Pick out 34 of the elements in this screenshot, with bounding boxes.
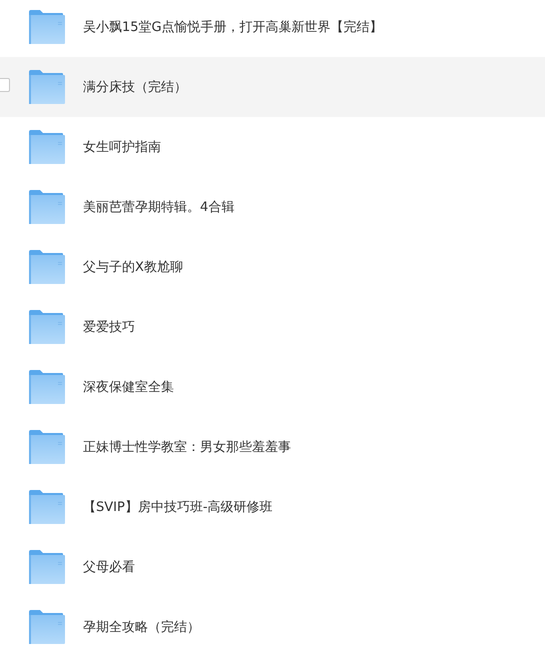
file-row[interactable]: 爱爱技巧 bbox=[0, 297, 545, 357]
file-row[interactable]: 孕期全攻略（完结） bbox=[0, 597, 545, 649]
folder-name[interactable]: 【SVIP】房中技巧班-高级研修班 bbox=[83, 498, 273, 516]
file-row[interactable]: 父与子的X教尬聊 bbox=[0, 237, 545, 297]
folder-icon bbox=[29, 70, 65, 104]
checkbox[interactable] bbox=[0, 78, 10, 92]
folder-name[interactable]: 吴小飘15堂G点愉悦手册，打开高巢新世界【完结】 bbox=[83, 18, 383, 36]
file-row[interactable]: 吴小飘15堂G点愉悦手册，打开高巢新世界【完结】 bbox=[0, 0, 545, 57]
file-row[interactable]: 深夜保健室全集 bbox=[0, 357, 545, 417]
folder-name[interactable]: 深夜保健室全集 bbox=[83, 378, 174, 396]
folder-icon bbox=[29, 610, 65, 644]
folder-icon bbox=[29, 190, 65, 224]
folder-name[interactable]: 正妹博士性学教室：男女那些羞羞事 bbox=[83, 438, 291, 456]
folder-icon bbox=[29, 490, 65, 524]
folder-name[interactable]: 女生呵护指南 bbox=[83, 138, 161, 156]
file-row[interactable]: 满分床技（完结） bbox=[0, 57, 545, 117]
file-row[interactable]: 正妹博士性学教室：男女那些羞羞事 bbox=[0, 417, 545, 477]
folder-icon bbox=[29, 10, 65, 44]
file-row[interactable]: 【SVIP】房中技巧班-高级研修班 bbox=[0, 477, 545, 537]
folder-name[interactable]: 爱爱技巧 bbox=[83, 318, 135, 336]
folder-name[interactable]: 美丽芭蕾孕期特辑。4合辑 bbox=[83, 198, 234, 216]
file-row[interactable]: 女生呵护指南 bbox=[0, 117, 545, 177]
file-row[interactable]: 美丽芭蕾孕期特辑。4合辑 bbox=[0, 177, 545, 237]
folder-icon bbox=[29, 370, 65, 404]
folder-icon bbox=[29, 430, 65, 464]
folder-name[interactable]: 孕期全攻略（完结） bbox=[83, 618, 200, 636]
folder-icon bbox=[29, 130, 65, 164]
file-row[interactable]: 父母必看 bbox=[0, 537, 545, 597]
folder-icon bbox=[29, 250, 65, 284]
folder-name[interactable]: 满分床技（完结） bbox=[83, 78, 187, 96]
folder-icon bbox=[29, 310, 65, 344]
folder-name[interactable]: 父母必看 bbox=[83, 558, 135, 576]
folder-name[interactable]: 父与子的X教尬聊 bbox=[83, 258, 183, 276]
folder-icon bbox=[29, 550, 65, 584]
